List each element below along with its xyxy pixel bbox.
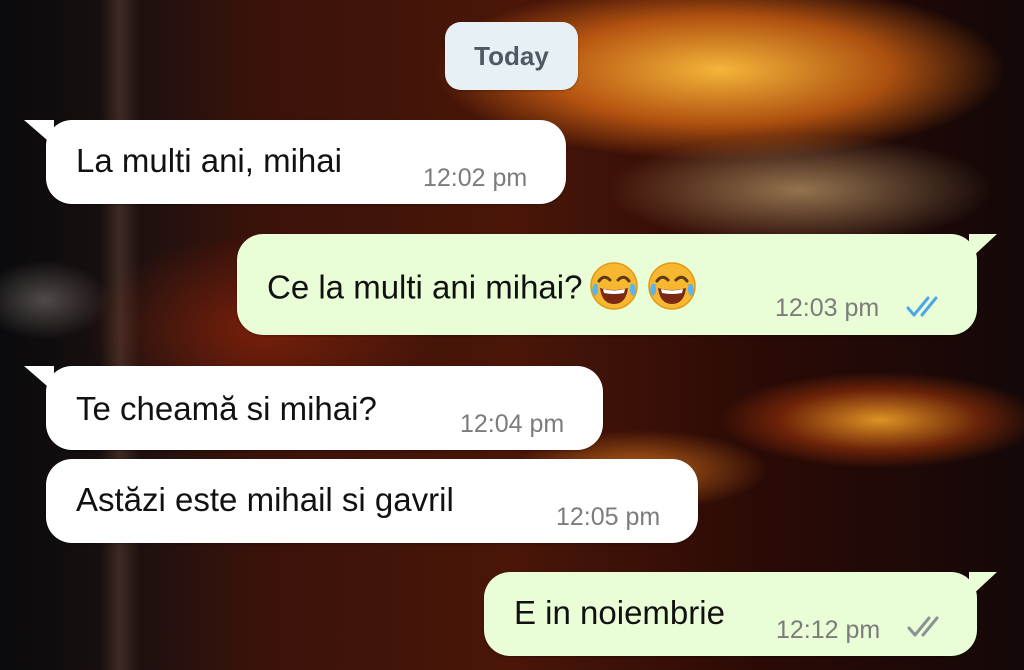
message-bubble-incoming[interactable]: La multi ani, mihai 12:02 pm [24, 120, 566, 204]
message-text: Astăzi este mihail si gavril [76, 481, 454, 518]
message-time: 12:03 pm [775, 294, 880, 322]
message-text: E in noiembrie [514, 594, 725, 631]
message-bubble-outgoing[interactable]: E in noiembrie 12:12 pm [484, 572, 997, 656]
chat-conversation[interactable]: Today La multi ani, mihai 12:02 pm Ce la… [0, 0, 1024, 670]
message-time: 12:02 pm [423, 164, 528, 192]
face-with-tears-of-joy-icon [646, 260, 698, 312]
message-text: Ce la multi ani mihai? [267, 262, 698, 316]
bubble-tail [969, 234, 997, 260]
message-bubble-incoming[interactable]: Te cheamă si mihai? 12:04 pm [24, 366, 603, 450]
face-with-tears-of-joy-icon [588, 260, 640, 312]
bubble-tail [24, 120, 54, 146]
message-time: 12:04 pm [460, 410, 565, 438]
message-bubble-incoming[interactable]: Astăzi este mihail si gavril 12:05 pm [46, 459, 698, 543]
message-text: La multi ani, mihai [76, 142, 342, 179]
double-check-delivered-icon [907, 616, 939, 637]
date-separator-chip: Today [445, 22, 578, 90]
message-time: 12:05 pm [556, 503, 661, 531]
message-time: 12:12 pm [776, 616, 881, 644]
message-text-content: Ce la multi ani mihai? [267, 268, 583, 306]
message-text: Te cheamă si mihai? [76, 390, 377, 427]
message-bubble-outgoing[interactable]: Ce la multi ani mihai? 12:03 pm [237, 234, 997, 335]
bubble-tail [24, 366, 54, 392]
double-check-read-icon [906, 296, 938, 317]
bubble-tail [969, 572, 997, 598]
